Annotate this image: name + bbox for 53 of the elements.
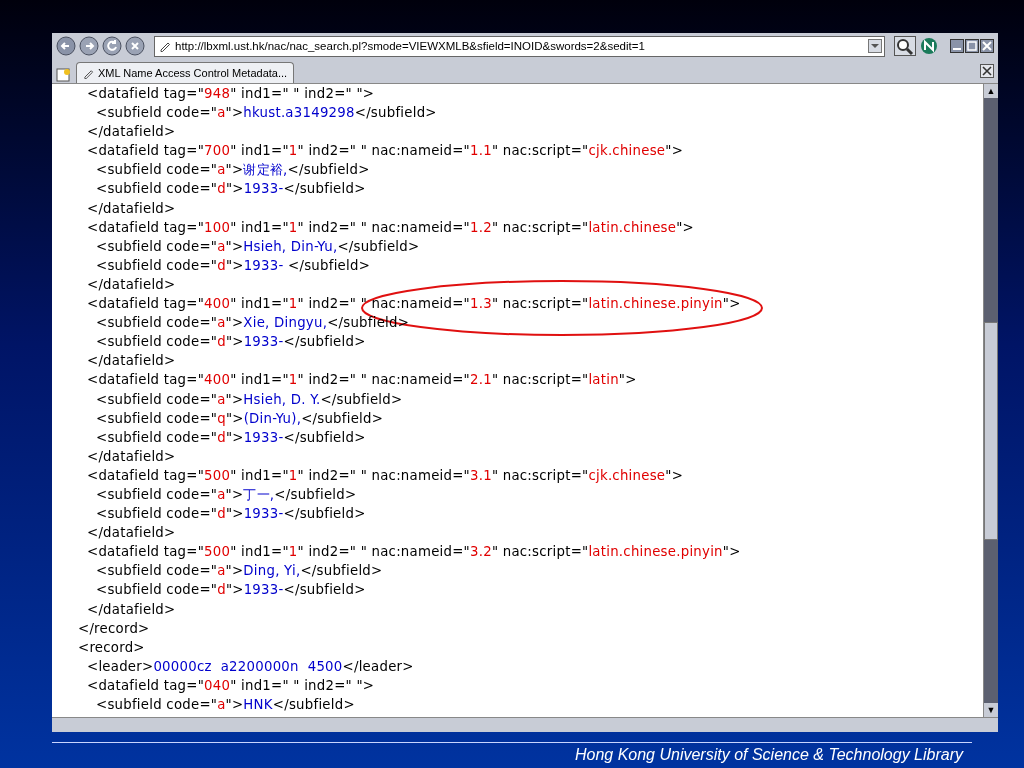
back-button[interactable] (56, 36, 76, 56)
code-line: <subfield code="a">Hsieh, D. Y.</subfield> (96, 391, 403, 407)
code-line: <subfield code="a">谢定裕,</subfield> (96, 162, 370, 178)
browser-tab[interactable]: XML Name Access Control Metadata... (76, 62, 295, 83)
scroll-down-button[interactable]: ▼ (984, 703, 998, 717)
minimize-button[interactable] (950, 39, 964, 53)
code-line: <datafield tag="500" ind1="1" ind2=" " nac:nameid="3.1" nac:script="cjk.chinese"> (87, 467, 684, 483)
code-line: </datafield> (87, 353, 176, 369)
code-line: <datafield tag="100" ind1="1" ind2=" " nac:nameid="1.2" nac:script="latin.chinese"> (87, 219, 694, 235)
dropdown-icon[interactable] (868, 39, 882, 53)
code-line: <subfield code="d">1933-</subfield> (96, 181, 366, 197)
code-line: <record> (78, 639, 145, 655)
code-line: </datafield> (87, 448, 176, 464)
code-line: </record> (78, 620, 150, 636)
code-line: <subfield code="a">丁一,</subfield> (96, 486, 357, 502)
pencil-icon (83, 67, 94, 79)
code-line: </datafield> (87, 200, 176, 216)
code-line: <subfield code="d">1933-</subfield> (96, 506, 366, 522)
address-field[interactable]: http://lbxml.ust.hk/nac/nac_search.pl?smode=VIEWXMLB&sfield=INOID&swords=2&sedit=1 (154, 35, 885, 57)
code-line: <subfield code="d">1933-</subfield> (96, 334, 366, 350)
code-line: </datafield> (87, 601, 176, 617)
close-tab-button[interactable] (980, 64, 994, 78)
scroll-up-button[interactable]: ▲ (984, 84, 998, 98)
code-line: <datafield tag="400" ind1="1" ind2=" " nac:nameid="1.3" nac:script="latin.chinese.pinyin"> (87, 296, 741, 312)
code-line: <datafield tag="700" ind1="1" ind2=" " nac:nameid="1.1" nac:script="cjk.chinese"> (87, 143, 684, 159)
code-line: <subfield code="d">1933-</subfield> (96, 429, 366, 445)
code-line: <subfield code="a">Ding, Yi,</subfield> (96, 563, 383, 579)
horizontal-scrollbar[interactable] (52, 717, 998, 732)
close-button[interactable] (980, 39, 994, 53)
code-line: <subfield code="a">Xie, Dingyu,</subfield> (96, 315, 410, 331)
code-line: <subfield code="d">1933- </subfield> (96, 257, 371, 273)
code-line: </datafield> (87, 124, 176, 140)
code-line: <datafield tag="948" ind1=" " ind2=" "> (87, 86, 375, 101)
vertical-scrollbar[interactable]: ▲ ▼ (983, 84, 998, 717)
reload-button[interactable] (102, 36, 122, 56)
code-line: <subfield code="a">hkust.a3149298</subfield> (96, 105, 437, 121)
footer-text: Hong Kong University of Science & Technology Library (573, 746, 963, 764)
code-line: <leader>00000cz a2200000n 4500</leader> (87, 658, 414, 674)
bookmark-icon[interactable] (56, 67, 72, 83)
stop-button[interactable] (125, 36, 145, 56)
forward-button[interactable] (79, 36, 99, 56)
maximize-button[interactable] (965, 39, 979, 53)
code-line: <datafield tag="500" ind1="1" ind2=" " nac:nameid="3.2" nac:script="latin.chinese.pinyin"> (87, 544, 741, 560)
code-line: <datafield tag="400" ind1="1" ind2=" " nac:nameid="2.1" nac:script="latin"> (87, 372, 637, 388)
code-line: <subfield code="a">HNK</subfield> (96, 697, 355, 712)
scroll-thumb[interactable] (984, 321, 998, 540)
code-line: <subfield code="a">Hsieh, Din-Yu,</subfield> (96, 238, 420, 254)
code-line: <subfield code="q">(Din-Yu),</subfield> (96, 410, 384, 426)
code-line: <subfield code="d">1933-</subfield> (96, 582, 366, 598)
code-line: <datafield tag="040" ind1=" " ind2=" "> (87, 677, 375, 693)
code-line: </datafield> (87, 525, 176, 541)
search-button[interactable] (894, 36, 916, 56)
code-line: </datafield> (87, 276, 176, 292)
